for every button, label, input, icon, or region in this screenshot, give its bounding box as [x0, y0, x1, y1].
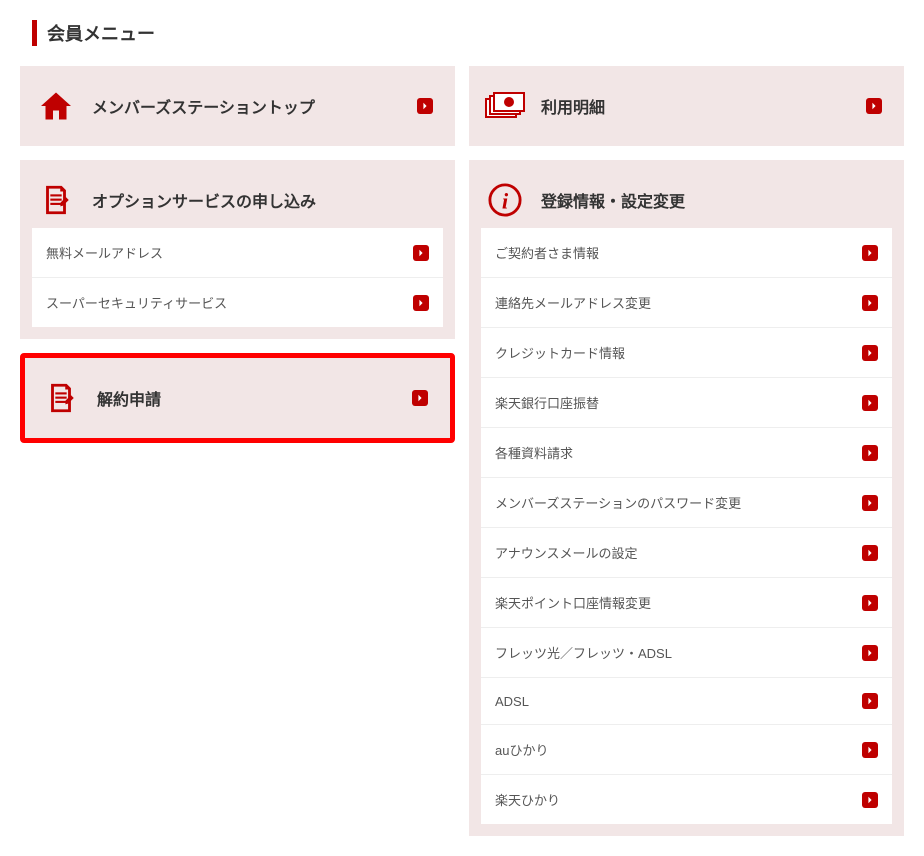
- chevron-right-icon: [862, 495, 878, 511]
- chevron-right-icon: [413, 245, 429, 261]
- page-title: 会員メニュー: [47, 20, 155, 46]
- chevron-right-icon: [862, 445, 878, 461]
- list-item-label: 楽天ひかり: [495, 790, 560, 809]
- form-icon: [41, 378, 81, 418]
- list-item-label: メンバーズステーションのパスワード変更: [495, 493, 741, 512]
- chevron-right-icon: [862, 545, 878, 561]
- list-item-contractor-info[interactable]: ご契約者さま情報: [481, 228, 892, 278]
- list-item-label: 連絡先メールアドレス変更: [495, 293, 651, 312]
- list-item-document-request[interactable]: 各種資料請求: [481, 428, 892, 478]
- chevron-right-icon: [862, 595, 878, 611]
- chevron-right-icon: [412, 390, 428, 406]
- card-header: オプションサービスの申し込み: [32, 172, 443, 228]
- form-icon: [36, 180, 76, 220]
- card-title: メンバーズステーショントップ: [92, 94, 315, 118]
- right-column: 利用明細 i 登録情報・設定変更: [469, 66, 904, 836]
- card-title: オプションサービスの申し込み: [92, 188, 316, 212]
- left-column: メンバーズステーショントップ: [20, 66, 455, 836]
- card-header-left: オプションサービスの申し込み: [32, 180, 316, 220]
- chevron-right-icon: [862, 295, 878, 311]
- card-header: メンバーズステーショントップ: [32, 78, 443, 134]
- home-icon: [36, 86, 76, 126]
- list-item-label: 楽天ポイント口座情報変更: [495, 593, 651, 612]
- card-header-left: 解約申請: [37, 378, 161, 418]
- list-item-label: スーパーセキュリティサービス: [46, 293, 227, 312]
- card-title: 利用明細: [541, 94, 605, 118]
- card-title: 解約申請: [97, 386, 161, 410]
- card-header: 解約申請: [37, 370, 438, 426]
- chevron-right-icon: [862, 742, 878, 758]
- list-item-label: 無料メールアドレス: [46, 243, 163, 262]
- list-item-credit-card[interactable]: クレジットカード情報: [481, 328, 892, 378]
- list-item-label: ご契約者さま情報: [495, 243, 599, 262]
- chevron-right-icon: [862, 345, 878, 361]
- chevron-right-icon: [862, 645, 878, 661]
- list-item-announce-mail[interactable]: アナウンスメールの設定: [481, 528, 892, 578]
- list-item-free-mail[interactable]: 無料メールアドレス: [32, 228, 443, 278]
- card-header: i 登録情報・設定変更: [481, 172, 892, 228]
- list-item-adsl[interactable]: ADSL: [481, 678, 892, 725]
- list-item-label: 各種資料請求: [495, 443, 573, 462]
- chevron-right-icon: [866, 98, 882, 114]
- page-title-wrap: 会員メニュー: [32, 20, 904, 46]
- chevron-right-icon: [413, 295, 429, 311]
- option-services-list: 無料メールアドレス スーパーセキュリティサービス: [32, 228, 443, 327]
- card-header-left: 利用明細: [481, 86, 605, 126]
- chevron-right-icon: [862, 792, 878, 808]
- list-item-label: auひかり: [495, 740, 548, 759]
- list-item-super-security[interactable]: スーパーセキュリティサービス: [32, 278, 443, 327]
- list-item-label: 楽天銀行口座振替: [495, 393, 599, 412]
- menu-grid: メンバーズステーショントップ: [20, 66, 904, 836]
- list-item-rakuten-bank[interactable]: 楽天銀行口座振替: [481, 378, 892, 428]
- chevron-right-icon: [417, 98, 433, 114]
- chevron-right-icon: [862, 245, 878, 261]
- card-header: 利用明細: [481, 78, 892, 134]
- card-header-left: メンバーズステーショントップ: [32, 86, 315, 126]
- card-header-left: i 登録情報・設定変更: [481, 180, 685, 220]
- cancellation-card[interactable]: 解約申請: [25, 358, 450, 438]
- list-item-flets[interactable]: フレッツ光／フレッツ・ADSL: [481, 628, 892, 678]
- money-icon: [485, 86, 525, 126]
- list-item-label: ADSL: [495, 694, 529, 709]
- list-item-label: フレッツ光／フレッツ・ADSL: [495, 643, 672, 662]
- list-item-label: クレジットカード情報: [495, 343, 625, 362]
- cancellation-card-highlight: 解約申請: [20, 353, 455, 443]
- list-item-contact-mail-change[interactable]: 連絡先メールアドレス変更: [481, 278, 892, 328]
- usage-details-card[interactable]: 利用明細: [469, 66, 904, 146]
- list-item-rakuten-point[interactable]: 楽天ポイント口座情報変更: [481, 578, 892, 628]
- settings-list: ご契約者さま情報 連絡先メールアドレス変更 クレジットカード情報 楽天銀行口座振…: [481, 228, 892, 824]
- title-accent-bar: [32, 20, 37, 46]
- list-item-password-change[interactable]: メンバーズステーションのパスワード変更: [481, 478, 892, 528]
- svg-text:i: i: [502, 189, 509, 214]
- registration-settings-card: i 登録情報・設定変更 ご契約者さま情報 連絡先メールアドレス変更 クレジットカ…: [469, 160, 904, 836]
- info-icon: i: [485, 180, 525, 220]
- chevron-right-icon: [862, 693, 878, 709]
- list-item-label: アナウンスメールの設定: [495, 543, 637, 562]
- list-item-rakuten-hikari[interactable]: 楽天ひかり: [481, 775, 892, 824]
- card-title: 登録情報・設定変更: [541, 188, 685, 212]
- members-station-top-card[interactable]: メンバーズステーショントップ: [20, 66, 455, 146]
- option-services-card: オプションサービスの申し込み 無料メールアドレス スーパーセキュリティサービス: [20, 160, 455, 339]
- chevron-right-icon: [862, 395, 878, 411]
- list-item-au-hikari[interactable]: auひかり: [481, 725, 892, 775]
